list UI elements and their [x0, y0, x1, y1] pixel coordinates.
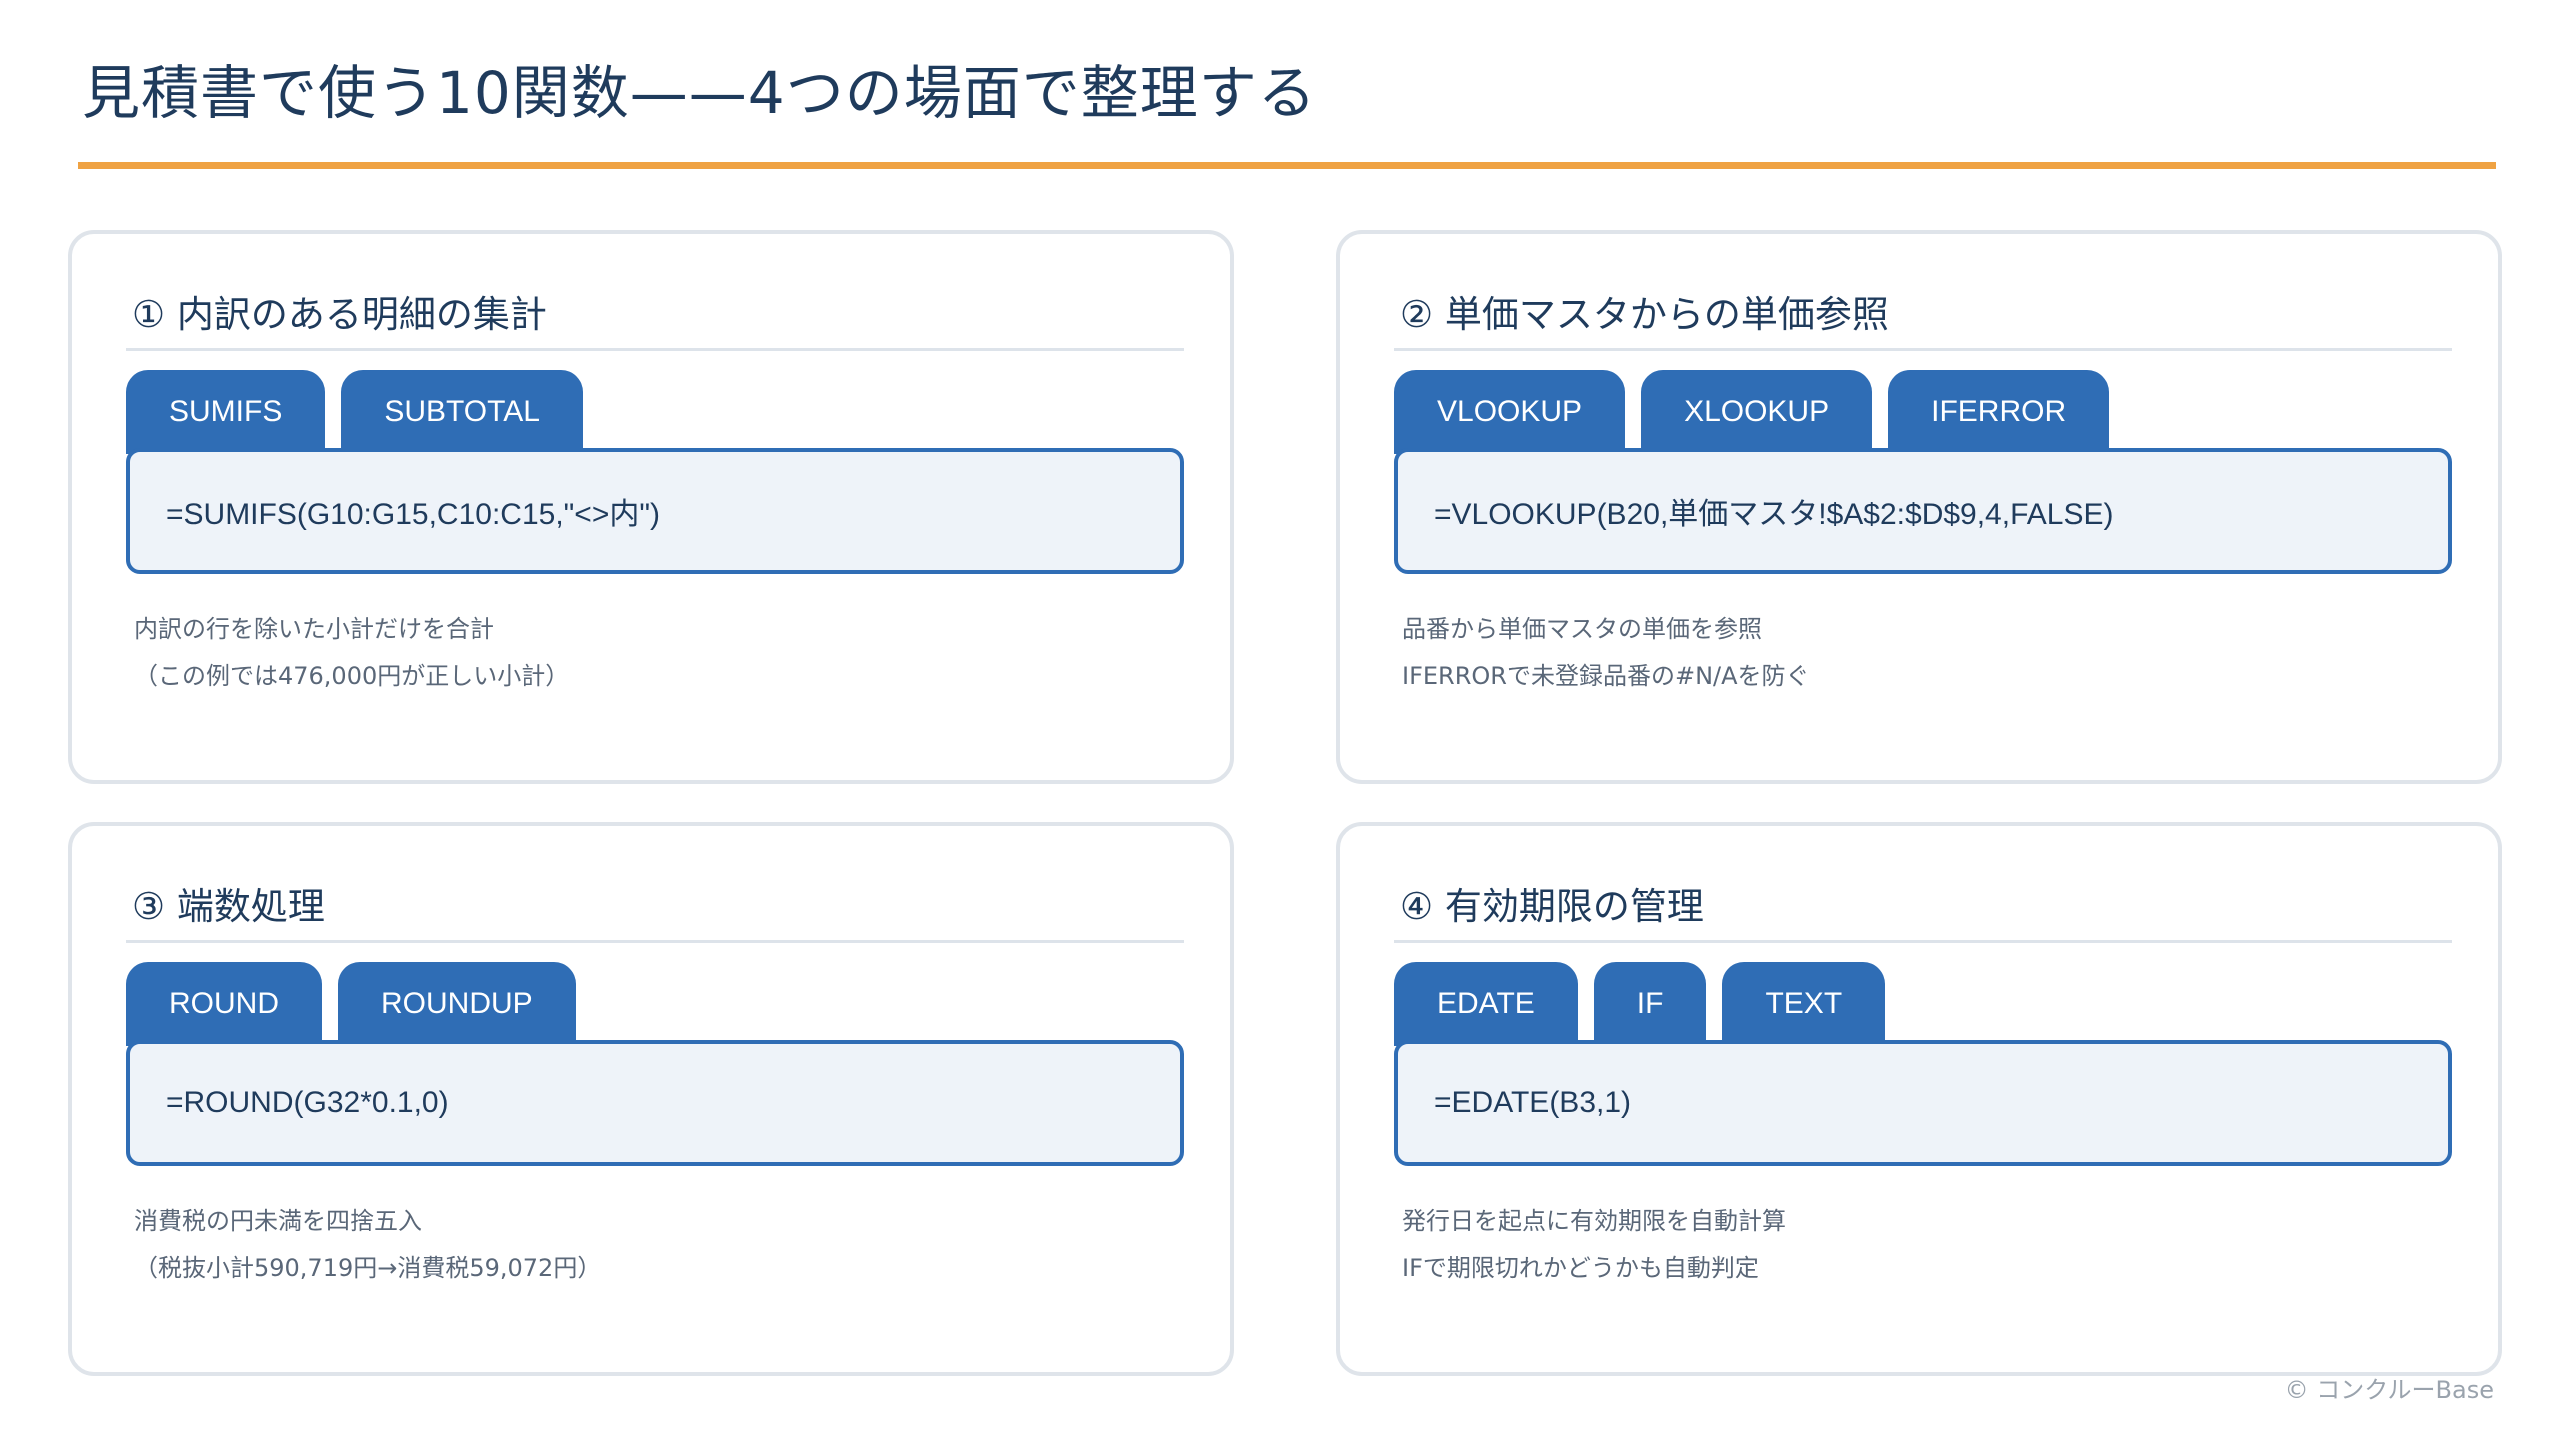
- function-tags: SUMIFS SUBTOTAL: [126, 370, 583, 454]
- description-line: （税抜小計590,719円→消費税59,072円）: [134, 1254, 602, 1282]
- description-line: 内訳の行を除いた小計だけを合計: [134, 615, 494, 643]
- title-underline: [78, 162, 2496, 169]
- function-tags: EDATE IF TEXT: [1394, 962, 1886, 1046]
- description-line: IFERRORで未登録品番の#N/Aを防ぐ: [1402, 662, 1810, 690]
- tag-xlookup: XLOOKUP: [1641, 370, 1873, 454]
- card-description: 品番から単価マスタの単価を参照 IFERRORで未登録品番の#N/Aを防ぐ: [1402, 606, 1810, 700]
- description-line: 品番から単価マスタの単価を参照: [1402, 615, 1762, 643]
- card-heading: ① 内訳のある明細の集計: [132, 293, 547, 336]
- tag-vlookup: VLOOKUP: [1394, 370, 1626, 454]
- description-line: 消費税の円未満を四捨五入: [134, 1207, 422, 1235]
- page-title: 見積書で使う10関数——4つの場面で整理する: [82, 59, 1317, 127]
- card-description: 内訳の行を除いた小計だけを合計 （この例では476,000円が正しい小計）: [134, 606, 569, 700]
- card-divider: [126, 348, 1184, 351]
- card-rounding: ③ 端数処理 ROUND ROUNDUP =ROUND(G32*0.1,0) 消…: [68, 822, 1234, 1376]
- card-expiry-management: ④ 有効期限の管理 EDATE IF TEXT =EDATE(B3,1) 発行日…: [1336, 822, 2502, 1376]
- description-line: （この例では476,000円が正しい小計）: [134, 662, 570, 690]
- description-line: 発行日を起点に有効期限を自動計算: [1402, 1207, 1786, 1235]
- card-heading: ③ 端数処理: [132, 885, 325, 928]
- card-description: 発行日を起点に有効期限を自動計算 IFで期限切れかどうかも自動判定: [1402, 1198, 1786, 1292]
- card-description: 消費税の円未満を四捨五入 （税抜小計590,719円→消費税59,072円）: [134, 1198, 601, 1292]
- formula-box: =SUMIFS(G10:G15,C10:C15,"<>内"): [126, 448, 1184, 574]
- tag-sumifs: SUMIFS: [126, 370, 326, 454]
- card-heading: ② 単価マスタからの単価参照: [1400, 293, 1889, 336]
- tag-roundup: ROUNDUP: [338, 962, 576, 1046]
- card-divider: [1394, 940, 2452, 943]
- card-summary-aggregation: ① 内訳のある明細の集計 SUMIFS SUBTOTAL =SUMIFS(G10…: [68, 230, 1234, 784]
- card-divider: [126, 940, 1184, 943]
- function-tags: ROUND ROUNDUP: [126, 962, 576, 1046]
- formula-box: =ROUND(G32*0.1,0): [126, 1040, 1184, 1166]
- tag-text: TEXT: [1722, 962, 1886, 1046]
- tag-round: ROUND: [126, 962, 322, 1046]
- description-line: IFで期限切れかどうかも自動判定: [1402, 1254, 1759, 1282]
- card-unit-price-lookup: ② 単価マスタからの単価参照 VLOOKUP XLOOKUP IFERROR =…: [1336, 230, 2502, 784]
- formula-box: =EDATE(B3,1): [1394, 1040, 2452, 1166]
- tag-edate: EDATE: [1394, 962, 1578, 1046]
- tag-subtotal: SUBTOTAL: [341, 370, 583, 454]
- card-divider: [1394, 348, 2452, 351]
- card-heading: ④ 有効期限の管理: [1400, 885, 1704, 928]
- tag-iferror: IFERROR: [1888, 370, 2110, 454]
- function-tags: VLOOKUP XLOOKUP IFERROR: [1394, 370, 2110, 454]
- tag-if: IF: [1593, 962, 1707, 1046]
- copyright-notice: © コンクルーBase: [2284, 1376, 2494, 1404]
- formula-box: =VLOOKUP(B20,単価マスタ!$A$2:$D$9,4,FALSE): [1394, 448, 2452, 574]
